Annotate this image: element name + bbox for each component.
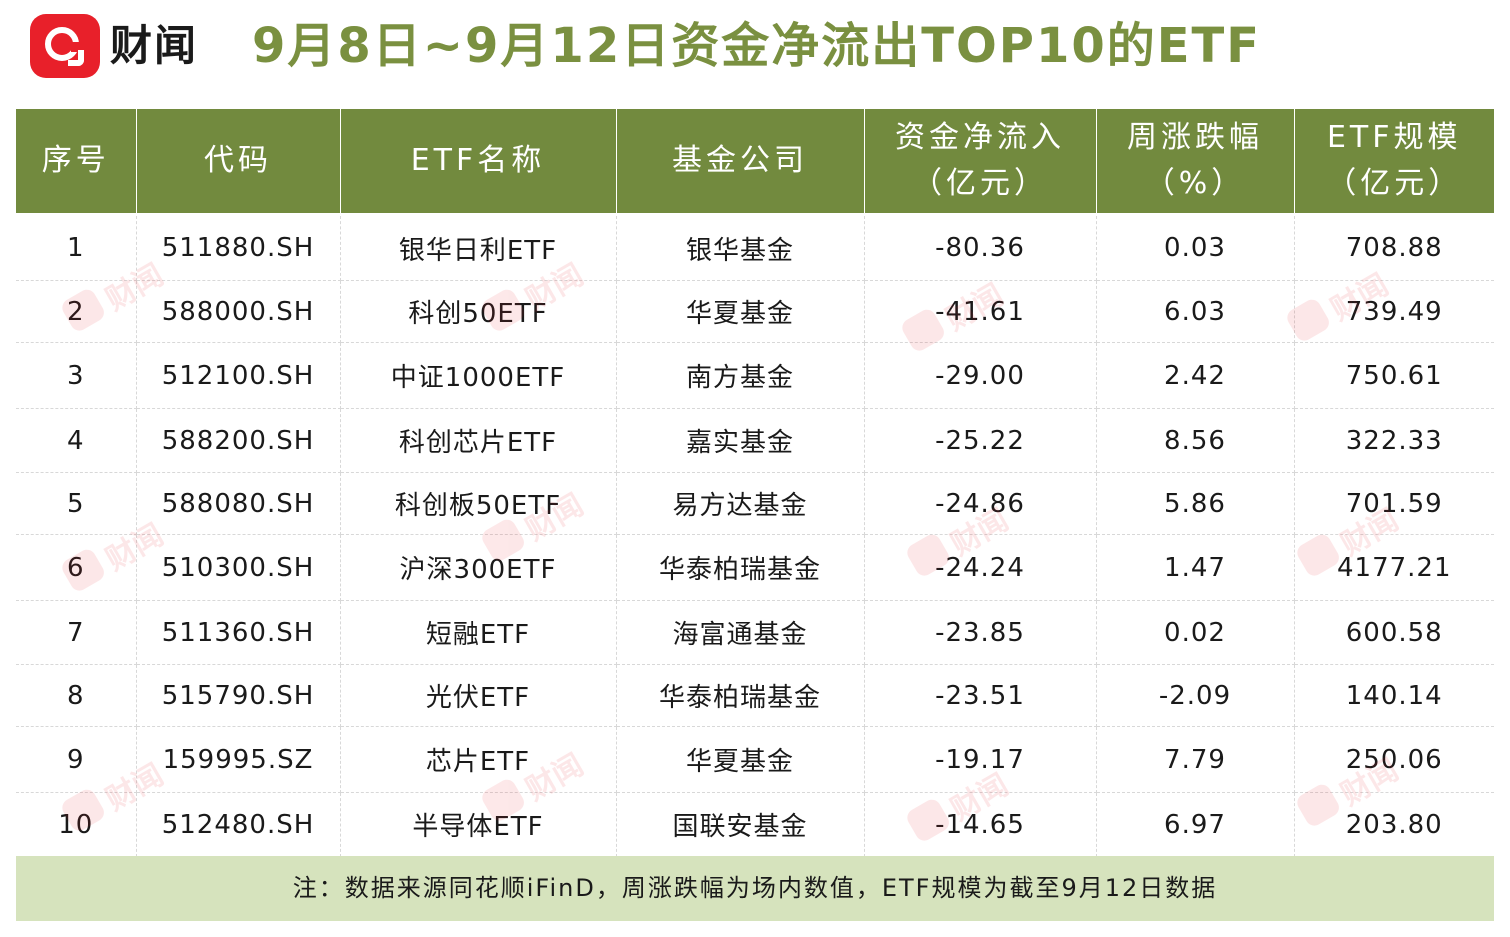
table-row: 1 511880.SH 银华日利ETF 银华基金 -80.36 0.03 708.88 [16,214,1494,281]
table-row: 4 588200.SH 科创芯片ETF 嘉实基金 -25.22 8.56 322.33 [16,408,1494,473]
cell-code: 588080.SH [136,472,341,535]
cell-rank: 3 [16,342,137,409]
cell-rank: 10 [16,792,137,857]
col-header-etf-size: ETF规模 （亿元） [1294,109,1494,215]
cell-etf-name: 科创50ETF [340,280,617,343]
cell-net-inflow: -24.86 [864,472,1097,535]
cell-weekly-change: 1.47 [1096,534,1295,601]
cell-code: 511360.SH [136,600,341,665]
cell-rank: 7 [16,600,137,665]
data-source-note: 注：数据来源同花顺iFinD，周涨跌幅为场内数值，ETF规模为截至9月12日数据 [16,856,1494,921]
cell-weekly-change: 8.56 [1096,408,1295,473]
table-row: 9 159995.SZ 芯片ETF 华夏基金 -19.17 7.79 250.06 [16,726,1494,793]
cell-etf-size: 4177.21 [1294,534,1494,601]
cell-net-inflow: -25.22 [864,408,1097,473]
cell-etf-name: 短融ETF [340,600,617,665]
cell-etf-size: 750.61 [1294,342,1494,409]
col-header-fund-company: 基金公司 [616,109,865,215]
cell-etf-size: 203.80 [1294,792,1494,857]
cell-etf-name: 半导体ETF [340,792,617,857]
etf-outflow-table: 序号 代码 ETF名称 基金公司 资金净流入 （亿元） 周涨跌幅 （%） ETF规模… [16,109,1494,857]
table-row: 7 511360.SH 短融ETF 海富通基金 -23.85 0.02 600.58 [16,600,1494,665]
cell-etf-size: 701.59 [1294,472,1494,535]
caiwen-logo-icon [30,14,100,78]
logo-text: 财闻 [110,21,199,70]
cell-etf-size: 322.33 [1294,408,1494,473]
cell-etf-size: 250.06 [1294,726,1494,793]
cell-etf-name: 科创板50ETF [340,472,617,535]
cell-net-inflow: -29.00 [864,342,1097,409]
cell-etf-name: 银华日利ETF [340,214,617,281]
cell-weekly-change: 0.03 [1096,214,1295,281]
cell-code: 159995.SZ [136,726,341,793]
col-header-rank: 序号 [16,109,137,215]
cell-fund-company: 银华基金 [616,214,865,281]
cell-rank: 1 [16,214,137,281]
col-header-weekly-change: 周涨跌幅 （%） [1096,109,1295,215]
cell-code: 512100.SH [136,342,341,409]
cell-weekly-change: 0.02 [1096,600,1295,665]
page-header: 财闻 9月8日~9月12日资金净流出TOP10的ETF [0,0,1510,100]
cell-etf-size: 140.14 [1294,664,1494,727]
cell-rank: 8 [16,664,137,727]
cell-fund-company: 华夏基金 [616,280,865,343]
cell-etf-name: 光伏ETF [340,664,617,727]
cell-code: 588000.SH [136,280,341,343]
cell-etf-name: 芯片ETF [340,726,617,793]
table-row: 3 512100.SH 中证1000ETF 南方基金 -29.00 2.42 750.61 [16,342,1494,409]
col-header-net-inflow: 资金净流入 （亿元） [864,109,1097,215]
cell-code: 510300.SH [136,534,341,601]
cell-etf-name: 沪深300ETF [340,534,617,601]
cell-net-inflow: -23.51 [864,664,1097,727]
table-row: 10 512480.SH 半导体ETF 国联安基金 -14.65 6.97 203.80 [16,792,1494,857]
cell-rank: 4 [16,408,137,473]
cell-fund-company: 华泰柏瑞基金 [616,664,865,727]
cell-etf-size: 600.58 [1294,600,1494,665]
cell-rank: 9 [16,726,137,793]
cell-fund-company: 国联安基金 [616,792,865,857]
cell-fund-company: 华泰柏瑞基金 [616,534,865,601]
cell-net-inflow: -41.61 [864,280,1097,343]
cell-net-inflow: -14.65 [864,792,1097,857]
cell-code: 515790.SH [136,664,341,727]
cell-fund-company: 海富通基金 [616,600,865,665]
cell-fund-company: 嘉实基金 [616,408,865,473]
cell-weekly-change: 6.03 [1096,280,1295,343]
cell-fund-company: 易方达基金 [616,472,865,535]
cell-etf-name: 科创芯片ETF [340,408,617,473]
cell-rank: 2 [16,280,137,343]
cell-weekly-change: 2.42 [1096,342,1295,409]
table-row: 8 515790.SH 光伏ETF 华泰柏瑞基金 -23.51 -2.09 140.14 [16,664,1494,727]
cell-weekly-change: 5.86 [1096,472,1295,535]
col-header-code: 代码 [136,109,341,215]
cell-fund-company: 南方基金 [616,342,865,409]
cell-fund-company: 华夏基金 [616,726,865,793]
cell-weekly-change: -2.09 [1096,664,1295,727]
table-row: 5 588080.SH 科创板50ETF 易方达基金 -24.86 5.86 701.59 [16,472,1494,535]
cell-etf-size: 708.88 [1294,214,1494,281]
table-row: 2 588000.SH 科创50ETF 华夏基金 -41.61 6.03 739.49 [16,280,1494,343]
cell-code: 511880.SH [136,214,341,281]
table-header-row: 序号 代码 ETF名称 基金公司 资金净流入 （亿元） 周涨跌幅 （%） ETF规模… [16,109,1494,215]
cell-net-inflow: -24.24 [864,534,1097,601]
cell-net-inflow: -23.85 [864,600,1097,665]
page-title: 9月8日~9月12日资金净流出TOP10的ETF [252,18,1262,74]
cell-code: 588200.SH [136,408,341,473]
cell-net-inflow: -19.17 [864,726,1097,793]
col-header-etf-name: ETF名称 [340,109,617,215]
cell-etf-name: 中证1000ETF [340,342,617,409]
cell-net-inflow: -80.36 [864,214,1097,281]
cell-weekly-change: 7.79 [1096,726,1295,793]
cell-rank: 5 [16,472,137,535]
cell-code: 512480.SH [136,792,341,857]
cell-etf-size: 739.49 [1294,280,1494,343]
cell-rank: 6 [16,534,137,601]
cell-weekly-change: 6.97 [1096,792,1295,857]
table-row: 6 510300.SH 沪深300ETF 华泰柏瑞基金 -24.24 1.47 4177.2… [16,534,1494,601]
